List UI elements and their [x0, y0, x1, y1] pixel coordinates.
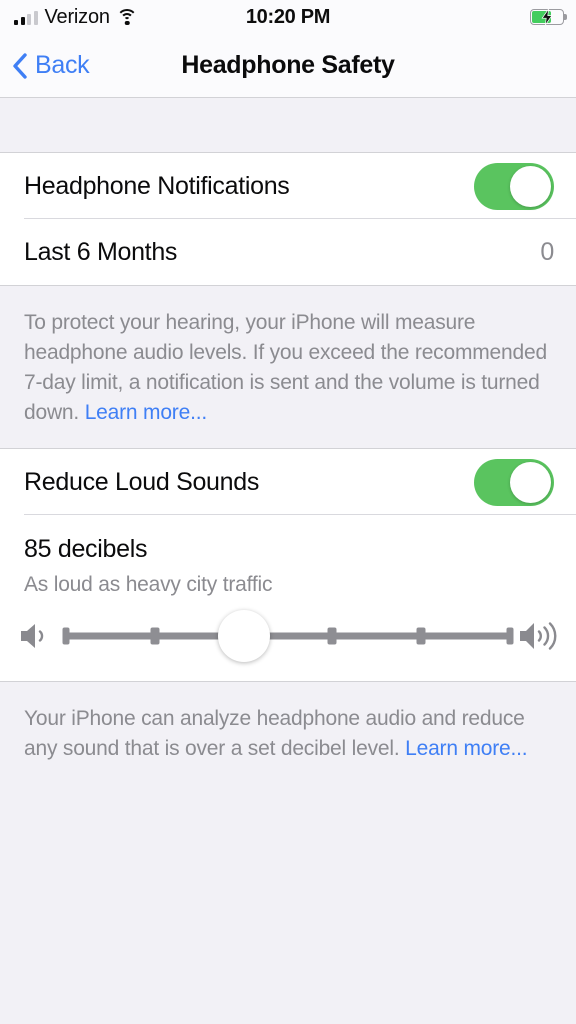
learn-more-link-two[interactable]: Learn more...	[405, 737, 527, 760]
status-bar: Verizon 10:20 PM	[0, 0, 576, 34]
reduce-loud-sounds-footer: Your iPhone can analyze headphone audio …	[0, 682, 576, 784]
headphone-notifications-toggle[interactable]	[474, 162, 554, 210]
toggle-knob	[510, 165, 551, 207]
headphone-notifications-group: Headphone Notifications Last 6 Months 0	[0, 152, 576, 286]
status-bar-right	[530, 0, 567, 34]
charging-bolt-icon	[541, 9, 553, 25]
speaker-low-icon	[14, 619, 60, 653]
decibel-description-label: As loud as heavy city traffic	[24, 573, 273, 597]
headphone-notifications-footer: To protect your hearing, your iPhone wil…	[0, 286, 576, 448]
row-last-6-months[interactable]: Last 6 Months 0	[0, 219, 576, 285]
slider-track	[66, 632, 510, 640]
toggle-knob	[510, 461, 551, 503]
slider-track-end-cap	[506, 627, 514, 645]
last-6-months-label: Last 6 Months	[24, 237, 178, 266]
decibel-value-label: 85 decibels	[24, 535, 148, 564]
slider-tick-4	[416, 627, 426, 645]
slider-track-start-cap	[62, 627, 70, 645]
speaker-high-icon	[516, 617, 562, 655]
battery-charging-icon	[530, 9, 567, 25]
decibel-slider-row	[0, 601, 576, 681]
iphone-screen: Verizon 10:20 PM Back Headphone Safety H…	[0, 0, 576, 1024]
top-spacer	[0, 98, 576, 152]
row-reduce-loud-sounds[interactable]: Reduce Loud Sounds	[0, 449, 576, 516]
chevron-left-icon	[13, 52, 27, 79]
headphone-notifications-label: Headphone Notifications	[24, 171, 290, 200]
status-bar-center: 10:20 PM	[0, 0, 576, 34]
reduce-loud-sounds-toggle[interactable]	[474, 458, 554, 506]
row-headphone-notifications[interactable]: Headphone Notifications	[0, 153, 576, 219]
status-bar-clock: 10:20 PM	[245, 5, 331, 28]
last-6-months-value: 0	[540, 237, 554, 266]
learn-more-link-one[interactable]: Learn more...	[85, 401, 207, 424]
reduce-loud-sounds-group: Reduce Loud Sounds 85 decibels As loud a…	[0, 448, 576, 683]
slider-thumb[interactable]	[217, 610, 270, 663]
reduce-loud-sounds-label: Reduce Loud Sounds	[24, 467, 260, 496]
slider-tick-1	[150, 627, 160, 645]
back-button-label: Back	[35, 51, 90, 79]
slider-tick-3	[327, 627, 337, 645]
decibel-readout: 85 decibels As loud as heavy city traffi…	[0, 515, 576, 601]
back-button[interactable]: Back	[12, 51, 90, 80]
navigation-bar: Back Headphone Safety	[0, 34, 576, 98]
decibel-slider[interactable]	[62, 610, 514, 663]
